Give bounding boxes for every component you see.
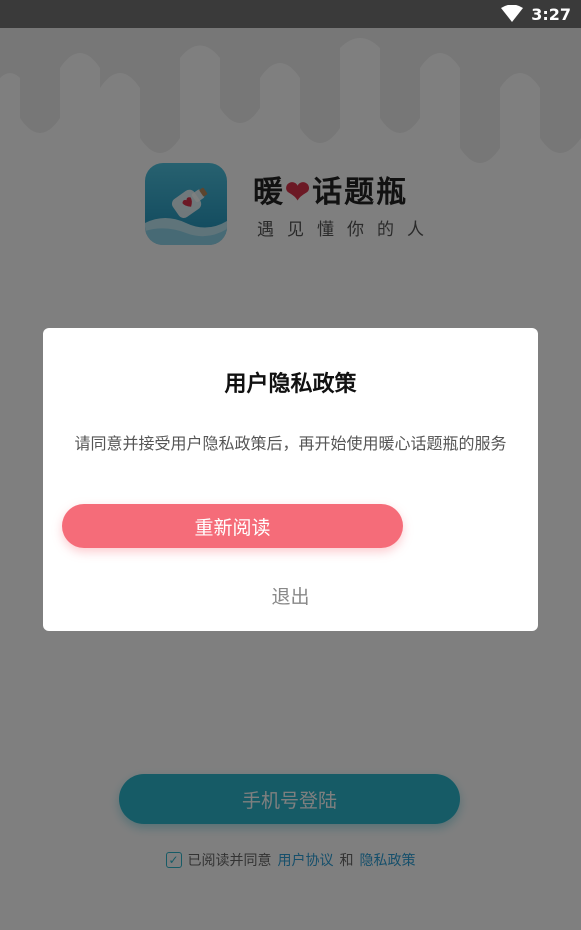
wifi-icon (501, 5, 524, 22)
dialog-title: 用户隐私政策 (224, 372, 357, 397)
status-bar: 3:27 (0, 0, 581, 28)
privacy-dialog: 用户隐私政策 请同意并接受用户隐私政策后，再开始使用暖心话题瓶的服务 重新阅读 … (43, 328, 538, 631)
status-time: 3:27 (531, 4, 571, 24)
dialog-message: 请同意并接受用户隐私政策后，再开始使用暖心话题瓶的服务 (74, 434, 507, 453)
reread-button[interactable]: 重新阅读 (62, 504, 403, 548)
exit-button[interactable]: 退出 (43, 582, 538, 609)
